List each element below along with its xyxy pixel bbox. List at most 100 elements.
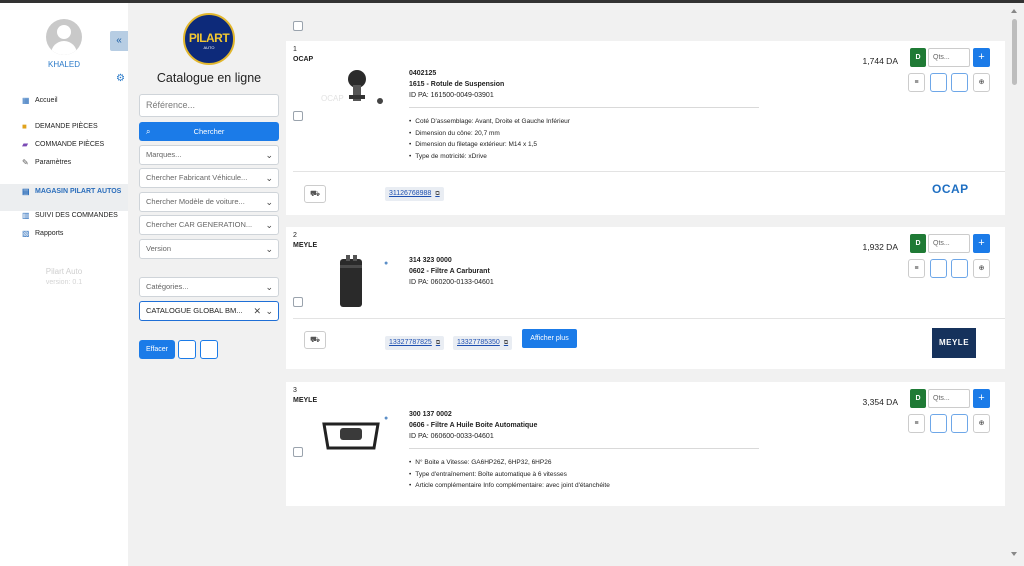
product-id-pa: ID PA: 060600-0033-04601	[409, 433, 494, 440]
sidebar-item-demande-pieces[interactable]: ■ DEMANDE PIÈCES	[0, 122, 128, 140]
product-price: 1,744 DA	[862, 56, 898, 66]
list-icon[interactable]: ≡	[908, 414, 925, 433]
copy-icon[interactable]: ⧉	[435, 191, 439, 197]
marques-value: Marques...	[146, 150, 182, 159]
globe-icon[interactable]: ⊕	[973, 73, 990, 92]
product-price: 1,932 DA	[862, 242, 898, 252]
option-button-2[interactable]	[951, 259, 968, 278]
option-button-1[interactable]	[930, 73, 947, 92]
catalogue-select[interactable]: CATALOGUE GLOBAL BM... ✕ ⌄	[139, 301, 279, 321]
copy-icon[interactable]: ⧉	[504, 340, 508, 346]
sidebar-item-rapports[interactable]: ▧ Rapports	[0, 229, 128, 247]
d-button[interactable]: D	[910, 234, 926, 253]
spec-item: Dimension du filetage extérieur: M14 x 1…	[409, 141, 570, 153]
sidebar-item-accueil[interactable]: ▦ Accueil	[0, 96, 128, 114]
quantity-input[interactable]: Qts...	[928, 48, 970, 67]
option-button-2[interactable]	[951, 414, 968, 433]
dashboard-icon: ▦	[22, 96, 30, 105]
add-to-cart-button[interactable]: +	[973, 234, 990, 253]
product-index: 3	[293, 387, 297, 394]
meyle-brand-logo: MEYLE	[932, 328, 976, 358]
reference-input[interactable]: Référence...	[139, 94, 279, 117]
globe-icon[interactable]: ●	[384, 260, 388, 267]
car-icon[interactable]: ⛟	[304, 331, 326, 349]
product-name: 0602 - Filtre A Carburant	[409, 268, 490, 275]
logo-subtext: AUTO	[203, 45, 215, 50]
chevron-down-icon: ⌄	[265, 306, 273, 316]
oem-reference-value: 13327787825	[389, 339, 432, 346]
truck-icon: ▰	[22, 140, 29, 149]
option-button-2[interactable]	[951, 73, 968, 92]
marques-select[interactable]: Marques... ⌄	[139, 145, 279, 165]
product-reference: 314 323 0000	[409, 257, 452, 264]
sidebar-item-suivi-commandes[interactable]: ▥ SUIVI DES COMMANDES	[0, 211, 128, 229]
quantity-input[interactable]: Qts...	[928, 389, 970, 408]
copy-icon[interactable]: ⧉	[436, 340, 440, 346]
oem-reference-link[interactable]: 13327787825 ⧉	[385, 336, 445, 350]
product-checkbox[interactable]	[293, 297, 303, 307]
d-button[interactable]: D	[910, 48, 926, 67]
sidebar-item-label: Accueil	[35, 97, 58, 104]
list-icon[interactable]: ≡	[908, 259, 925, 278]
globe-icon[interactable]: ⊕	[973, 259, 990, 278]
show-more-button[interactable]: Afficher plus	[522, 329, 577, 348]
sidebar-item-magasin[interactable]: ▤ MAGASIN PILART AUTOS	[0, 184, 128, 211]
list-icon[interactable]: ≡	[908, 73, 925, 92]
product-reference: 300 137 0002	[409, 411, 452, 418]
spec-item: Article complémentaire Info complémentai…	[409, 482, 610, 494]
top-border	[0, 0, 1024, 3]
filter-option-button-1[interactable]	[178, 340, 196, 359]
ocap-brand-logo: OCAP	[932, 182, 969, 196]
scroll-down-icon[interactable]	[1011, 552, 1017, 556]
sidebar-item-label: DEMANDE PIÈCES	[35, 123, 98, 130]
car-generation-select[interactable]: Chercher CAR GENERATION... ⌄	[139, 215, 279, 235]
product-name: 0606 - Filtre A Huile Boite Automatique	[409, 422, 538, 429]
d-button[interactable]: D	[910, 389, 926, 408]
product-price: 3,354 DA	[862, 397, 898, 407]
add-to-cart-button[interactable]: +	[973, 48, 990, 67]
oem-reference-link[interactable]: 13327785350 ⧉	[453, 336, 513, 350]
page-title: Catalogue en ligne	[156, 71, 262, 85]
car-icon[interactable]: ⛟	[304, 185, 326, 203]
product-checkbox[interactable]	[293, 111, 303, 121]
sidebar-item-parametres[interactable]: ✎ Paramètres	[0, 158, 128, 176]
clear-filters-button[interactable]: Effacer	[139, 340, 175, 359]
spec-item: Coté D'assemblage: Avant, Droite et Gauc…	[409, 118, 570, 130]
fabricant-select[interactable]: Chercher Fabricant Véhicule... ⌄	[139, 168, 279, 188]
categories-select[interactable]: Catégories... ⌄	[139, 277, 279, 297]
sidebar-item-commande-pieces[interactable]: ▰ COMMANDE PIÈCES	[0, 140, 128, 158]
divider	[409, 448, 759, 449]
version-select[interactable]: Version ⌄	[139, 239, 279, 259]
vertical-scrollbar[interactable]	[1011, 3, 1018, 566]
quantity-input[interactable]: Qts...	[928, 234, 970, 253]
search-button-label: Chercher	[193, 127, 225, 136]
chevron-down-icon: ⌄	[265, 150, 273, 160]
clear-icon[interactable]: ✕	[253, 302, 261, 320]
chevron-down-icon: ⌄	[265, 244, 273, 254]
scroll-up-icon[interactable]	[1011, 9, 1017, 13]
app-version: version: 0.1	[45, 279, 83, 286]
ball-joint-image: OCAP	[321, 70, 383, 104]
version-value: Version	[146, 244, 172, 253]
add-to-cart-button[interactable]: +	[973, 389, 990, 408]
product-checkbox[interactable]	[293, 447, 303, 457]
avatar[interactable]	[46, 19, 82, 55]
select-all-checkbox[interactable]	[293, 21, 303, 31]
globe-icon[interactable]: ⊕	[973, 414, 990, 433]
collapse-sidebar-button[interactable]: «	[110, 31, 128, 51]
chevron-down-icon: ⌄	[265, 197, 273, 207]
modele-select[interactable]: Chercher Modèle de voiture... ⌄	[139, 192, 279, 212]
globe-icon[interactable]: ●	[384, 415, 388, 422]
product-card: 2 MEYLE ● 314 323 0000 0602 - Filtre A C…	[286, 227, 1005, 369]
oem-reference-value: 13327785350	[457, 339, 500, 346]
option-button-1[interactable]	[930, 259, 947, 278]
product-card: 3 MEYLE ● 300 137 0002 0606 - Filtre A H…	[286, 382, 1005, 506]
sidebar-item-label: SUIVI DES COMMANDES	[35, 212, 118, 219]
scrollbar-thumb[interactable]	[1012, 19, 1017, 85]
filter-option-button-2[interactable]	[200, 340, 218, 359]
option-button-1[interactable]	[930, 414, 947, 433]
oem-reference-link[interactable]: 31126768988 ⧉	[385, 187, 444, 201]
gear-icon[interactable]: ⚙	[116, 73, 125, 84]
search-button[interactable]: ⌕ Chercher	[139, 122, 279, 141]
sidebar: « KHALED ⚙ ▦ Accueil ■ DEMANDE PIÈCES ▰ …	[0, 3, 128, 566]
